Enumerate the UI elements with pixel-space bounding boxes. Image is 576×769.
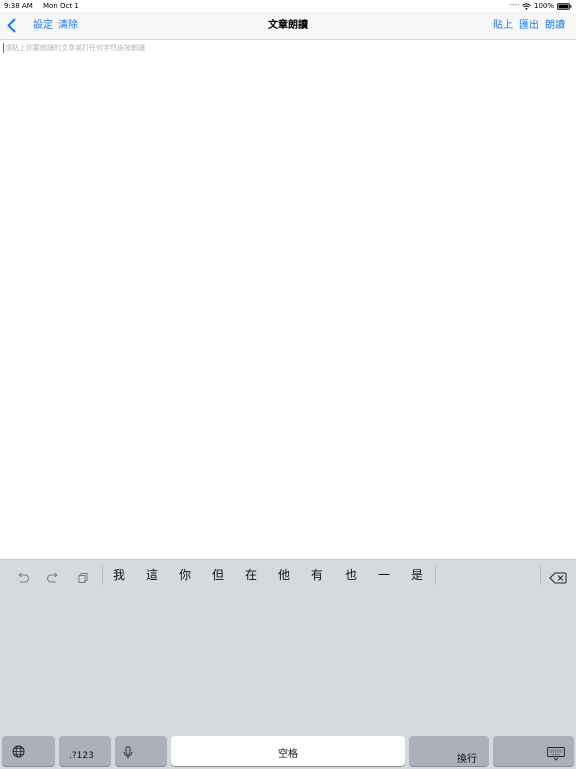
suggestion-bar: 我 這 你 但 在 他 有 也 一 是 (0, 560, 576, 590)
return-key-label: 換行 (457, 754, 477, 765)
read-aloud-button[interactable]: 朗讀 (545, 12, 565, 39)
dictation-key[interactable] (115, 736, 167, 766)
candidate-word[interactable]: 他 (270, 560, 298, 590)
candidate-word[interactable]: 我 (105, 560, 133, 590)
delete-divider (540, 565, 541, 585)
space-key[interactable]: 空格 (171, 736, 405, 766)
text-area-placeholder: 請貼上你要朗讀的文章或打任何字然後按朗讀 (5, 44, 145, 52)
text-cursor (3, 43, 4, 53)
settings-button[interactable]: 設定 (33, 12, 53, 39)
candidate-word[interactable]: 一 (370, 560, 398, 590)
export-button[interactable]: 匯出 (519, 12, 539, 39)
numbers-key[interactable]: .?123 (59, 736, 111, 766)
paste-icon[interactable] (76, 569, 90, 583)
candidate-divider (435, 565, 436, 585)
globe-icon (12, 745, 25, 761)
dismiss-keyboard-key[interactable] (493, 736, 574, 766)
delete-backward-icon[interactable] (549, 569, 567, 584)
signal-dots-icon: •••• (508, 2, 520, 9)
candidate-word[interactable]: 但 (204, 560, 232, 590)
status-bar: 9:38 AM Mon Oct 1 •••• 100% (0, 0, 576, 12)
microphone-icon (123, 746, 133, 763)
status-left: 9:38 AM Mon Oct 1 (4, 0, 87, 12)
page-title: 文章朗讀 (268, 20, 308, 31)
keyboard: 我 這 你 但 在 他 有 也 一 是 .?123 空格 換行 (0, 559, 576, 769)
chevron-left-icon[interactable] (6, 18, 18, 33)
undo-icon[interactable] (16, 569, 30, 583)
numbers-key-label: .?123 (69, 751, 94, 761)
toolbar-divider (102, 565, 103, 585)
candidate-word[interactable]: 是 (403, 560, 431, 590)
candidate-word[interactable]: 這 (138, 560, 166, 590)
globe-key[interactable] (2, 736, 55, 766)
keyboard-dismiss-icon (547, 747, 565, 764)
clear-button[interactable]: 清除 (58, 12, 78, 39)
wifi-icon (522, 2, 531, 10)
candidate-word[interactable]: 也 (337, 560, 365, 590)
status-time: 9:38 AM (4, 2, 33, 10)
candidate-word[interactable]: 有 (303, 560, 331, 590)
status-right: •••• 100% (509, 0, 572, 12)
paste-button[interactable]: 貼上 (493, 12, 513, 39)
battery-percent: 100% (533, 2, 554, 10)
battery-icon (557, 2, 572, 10)
space-key-label: 空格 (278, 749, 298, 760)
navigation-bar: 設定 清除 文章朗讀 貼上 匯出 朗讀 (0, 12, 576, 40)
status-date: Mon Oct 1 (43, 2, 79, 10)
candidate-word[interactable]: 在 (237, 560, 265, 590)
candidate-word[interactable]: 你 (171, 560, 199, 590)
redo-icon[interactable] (46, 569, 60, 583)
article-text-area[interactable]: 請貼上你要朗讀的文章或打任何字然後按朗讀 (0, 40, 576, 558)
return-key[interactable]: 換行 (409, 736, 489, 766)
